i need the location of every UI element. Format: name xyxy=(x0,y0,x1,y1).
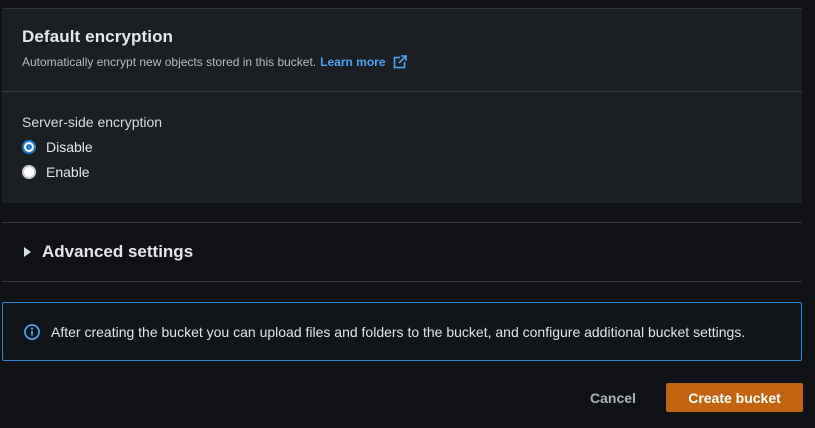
radio-option-disable[interactable]: Disable xyxy=(22,139,782,155)
create-bucket-button[interactable]: Create bucket xyxy=(666,383,803,412)
encryption-body: Server-side encryption Disable Enable xyxy=(2,92,802,180)
encryption-header: Default encryption Automatically encrypt… xyxy=(2,9,802,92)
info-text: After creating the bucket you can upload… xyxy=(51,323,746,340)
cancel-button[interactable]: Cancel xyxy=(583,383,643,412)
encryption-description-row: Automatically encrypt new objects stored… xyxy=(22,55,782,69)
advanced-settings-toggle[interactable]: Advanced settings xyxy=(2,222,802,282)
learn-more-link[interactable]: Learn more xyxy=(320,55,407,69)
encryption-description: Automatically encrypt new objects stored… xyxy=(22,55,317,69)
radio-disable-label: Disable xyxy=(46,139,93,155)
server-side-encryption-label: Server-side encryption xyxy=(22,114,163,130)
info-alert: After creating the bucket you can upload… xyxy=(2,302,802,361)
radio-disable[interactable] xyxy=(22,140,36,154)
external-link-icon xyxy=(393,55,407,69)
radio-enable[interactable] xyxy=(22,165,36,179)
radio-option-enable[interactable]: Enable xyxy=(22,164,782,180)
advanced-settings-title: Advanced settings xyxy=(42,242,194,261)
default-encryption-panel: Default encryption Automatically encrypt… xyxy=(2,8,802,203)
caret-right-icon xyxy=(24,247,31,257)
encryption-title: Default encryption xyxy=(22,27,174,46)
info-icon xyxy=(23,323,41,341)
create-bucket-page: Default encryption Automatically encrypt… xyxy=(0,0,815,428)
radio-enable-label: Enable xyxy=(46,164,90,180)
learn-more-label: Learn more xyxy=(320,55,386,69)
